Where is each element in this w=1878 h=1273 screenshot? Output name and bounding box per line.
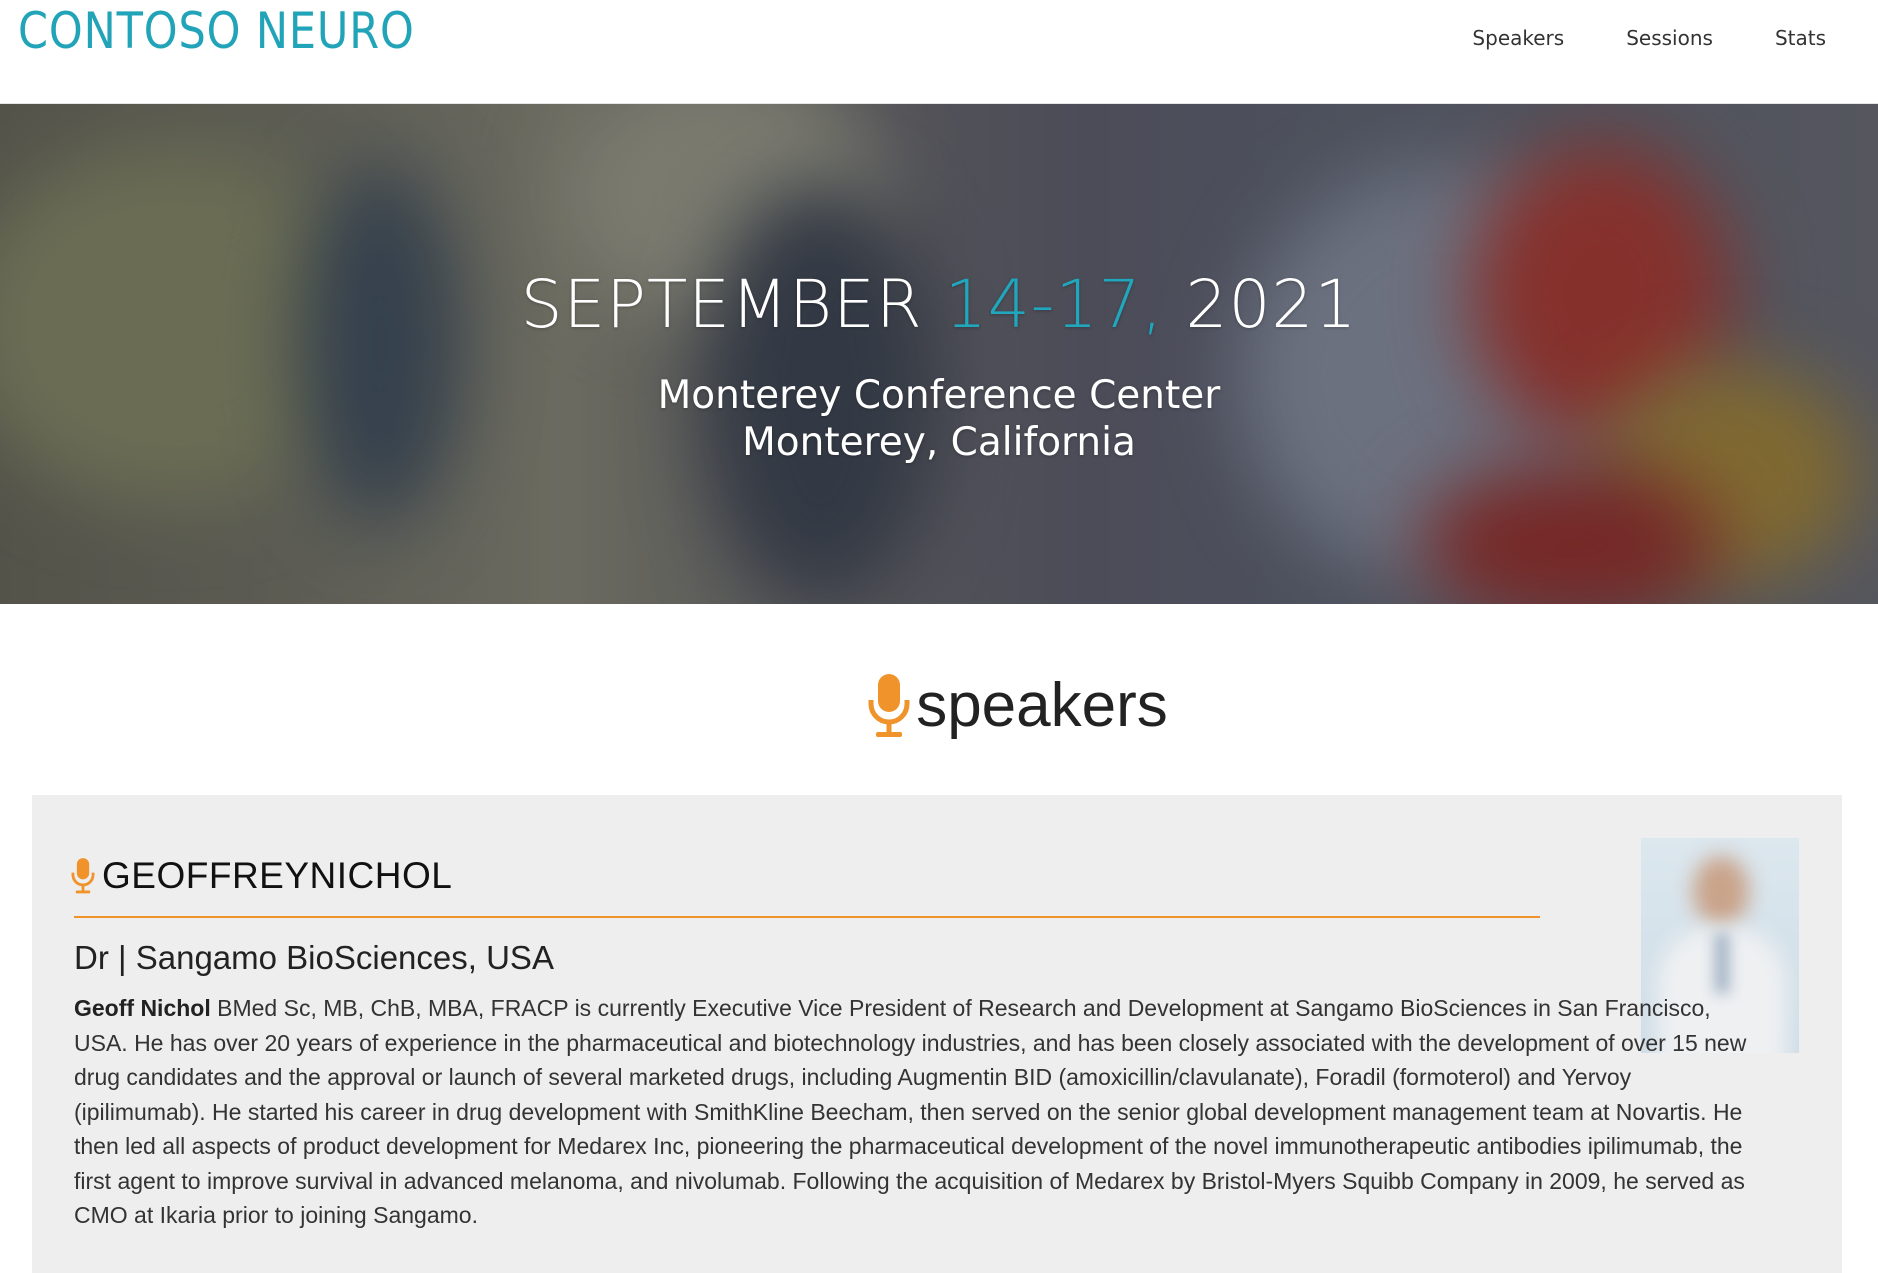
event-days: 14-17, xyxy=(944,266,1164,343)
speaker-bio: Geoff Nichol BMed Sc, MB, ChB, MBA, FRAC… xyxy=(74,991,1764,1233)
speaker-name-row: GEOFFREYNICHOL xyxy=(70,855,452,897)
venue-name: Monterey Conference Center xyxy=(657,373,1221,418)
event-date: SEPTEMBER 14-17, 2021 xyxy=(0,266,1878,343)
main-nav: Speakers Sessions Stats xyxy=(1472,26,1826,50)
speaker-role: Dr | Sangamo BioSciences, USA xyxy=(74,939,554,976)
nav-speakers[interactable]: Speakers xyxy=(1472,26,1564,50)
hero-overlay xyxy=(0,104,1878,604)
event-month: SEPTEMBER xyxy=(520,266,923,343)
event-venue: Monterey Conference Center Monterey, Cal… xyxy=(0,372,1878,466)
event-year: 2021 xyxy=(1185,266,1358,343)
speakers-title: speakers xyxy=(916,671,1168,740)
photo-head xyxy=(1693,856,1749,926)
photo-tie xyxy=(1715,933,1729,993)
hero-banner: SEPTEMBER 14-17, 2021 Monterey Conferenc… xyxy=(0,104,1878,604)
site-header: CONTOSO NEURO Speakers Sessions Stats xyxy=(0,0,1878,104)
speaker-bio-text: BMed Sc, MB, ChB, MBA, FRACP is currentl… xyxy=(74,995,1747,1228)
nav-stats[interactable]: Stats xyxy=(1775,26,1826,50)
speaker-divider xyxy=(74,916,1540,918)
speaker-card: GEOFFREYNICHOL Dr | Sangamo BioSciences,… xyxy=(32,795,1842,1273)
speaker-bio-name: Geoff Nichol xyxy=(74,995,211,1021)
microphone-icon xyxy=(70,857,96,895)
speaker-name: GEOFFREYNICHOL xyxy=(102,855,453,896)
nav-sessions[interactable]: Sessions xyxy=(1626,26,1713,50)
speakers-heading: speakers xyxy=(0,670,1878,742)
venue-location: Monterey, California xyxy=(742,420,1136,465)
speakers-heading-inner: speakers xyxy=(866,670,1168,742)
site-logo[interactable]: CONTOSO NEURO xyxy=(18,2,415,60)
microphone-icon xyxy=(866,672,912,740)
